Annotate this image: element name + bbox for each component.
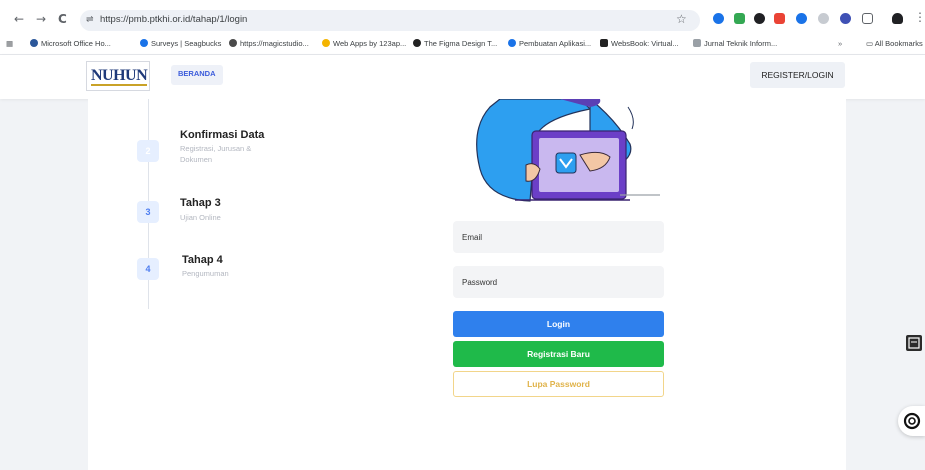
bookmark-favicon — [140, 39, 148, 47]
step-title: Tahap 3 — [180, 197, 221, 209]
password-input[interactable] — [453, 266, 664, 298]
bookmark-item[interactable]: https://magicstudio... — [229, 39, 309, 48]
login-button[interactable]: Login — [453, 311, 664, 337]
all-bookmarks-folder[interactable]: ▭ All Bookmarks — [866, 39, 923, 48]
bookmark-item[interactable]: Web Apps by 123ap... — [322, 39, 406, 48]
extension-icon[interactable] — [818, 13, 829, 24]
step-number: 3 — [137, 201, 159, 223]
bookmark-star-icon[interactable]: ☆ — [676, 12, 687, 26]
step-title: Tahap 4 — [182, 254, 223, 266]
bookmark-label: Surveys | Seagbucks — [151, 39, 222, 48]
forward-button[interactable]: → — [36, 12, 46, 26]
login-illustration — [440, 99, 680, 211]
bookmark-label: The Figma Design T... — [424, 39, 498, 48]
bookmark-favicon — [30, 39, 38, 47]
all-bookmarks-label: All Bookmarks — [874, 39, 923, 48]
bookmark-item[interactable]: Pembuatan Aplikasi... — [508, 39, 591, 48]
bookmark-item[interactable]: Microsoft Office Ho... — [30, 39, 111, 48]
extension-icon[interactable] — [713, 13, 724, 24]
bookmark-favicon — [693, 39, 701, 47]
bookmark-item[interactable]: Jurnal Teknik Inform... — [693, 39, 777, 48]
site-info-icon[interactable]: ⇌ — [86, 14, 94, 25]
bookmark-favicon — [229, 39, 237, 47]
back-button[interactable]: ← — [14, 12, 24, 26]
bookmark-label: Microsoft Office Ho... — [41, 39, 111, 48]
chat-widget-button[interactable] — [898, 406, 925, 436]
register-login-button[interactable]: REGISTER/LOGIN — [750, 62, 845, 88]
extension-icon[interactable] — [734, 13, 745, 24]
site-logo[interactable]: NUHUN — [86, 61, 150, 91]
url-text: https://pmb.ptkhi.or.id/tahap/1/login — [100, 14, 248, 25]
extension-icon[interactable] — [796, 13, 807, 24]
apps-grid-icon[interactable]: ▦ — [6, 39, 13, 48]
bookmark-favicon — [413, 39, 421, 47]
logo-underline — [91, 84, 147, 86]
bookmark-favicon — [600, 39, 608, 47]
step-title: Konfirmasi Data — [180, 129, 265, 141]
step-description: Registrasi, Jurusan & Dokumen — [180, 144, 252, 164]
folder-icon: ▭ — [866, 39, 875, 48]
menu-kebab-icon[interactable]: ⋮ — [914, 10, 925, 24]
openai-logo-icon — [903, 412, 921, 430]
registrasi-baru-button[interactable]: Registrasi Baru — [453, 341, 664, 367]
bookmark-item[interactable]: The Figma Design T... — [413, 39, 497, 48]
address-bar[interactable]: ⇌ https://pmb.ptkhi.or.id/tahap/1/login — [80, 10, 700, 31]
profile-icon[interactable] — [892, 13, 903, 24]
browser-toolbar: ← → C ⇌ https://pmb.ptkhi.or.id/tahap/1/… — [0, 0, 925, 35]
step-description: Pengumuman — [182, 269, 229, 278]
translate-icon — [908, 337, 920, 349]
side-widget-icon[interactable] — [906, 335, 922, 351]
email-input[interactable] — [453, 221, 664, 253]
bookmark-item[interactable]: WebsBook: Virtual... — [600, 39, 679, 48]
extensions-puzzle-icon[interactable] — [862, 13, 873, 24]
bookmark-label: Pembuatan Aplikasi... — [519, 39, 592, 48]
person-laptop-illustration — [476, 99, 660, 202]
reload-button[interactable]: C — [58, 12, 67, 26]
bookmark-item[interactable]: Surveys | Seagbucks — [140, 39, 221, 48]
lupa-password-button[interactable]: Lupa Password — [453, 371, 664, 397]
step-number: 4 — [137, 258, 159, 280]
bookmark-label: https://magicstudio... — [240, 39, 309, 48]
bookmark-favicon — [508, 39, 516, 47]
extension-icon[interactable] — [754, 13, 765, 24]
more-bookmarks-icon[interactable]: » — [838, 39, 842, 48]
extension-icon[interactable] — [774, 13, 785, 24]
step-description: Ujian Online — [180, 213, 221, 222]
bookmark-label: WebsBook: Virtual... — [611, 39, 679, 48]
nav-beranda-link[interactable]: BERANDA — [171, 65, 223, 85]
bookmark-label: Web Apps by 123ap... — [333, 39, 407, 48]
bookmark-label: Jurnal Teknik Inform... — [704, 39, 778, 48]
bookmark-favicon — [322, 39, 330, 47]
extension-icon[interactable] — [840, 13, 851, 24]
logo-text: NUHUN — [91, 67, 148, 84]
bookmarks-bar: ▦ Microsoft Office Ho... Surveys | Seagb… — [0, 35, 925, 55]
step-number: 2 — [137, 140, 159, 162]
